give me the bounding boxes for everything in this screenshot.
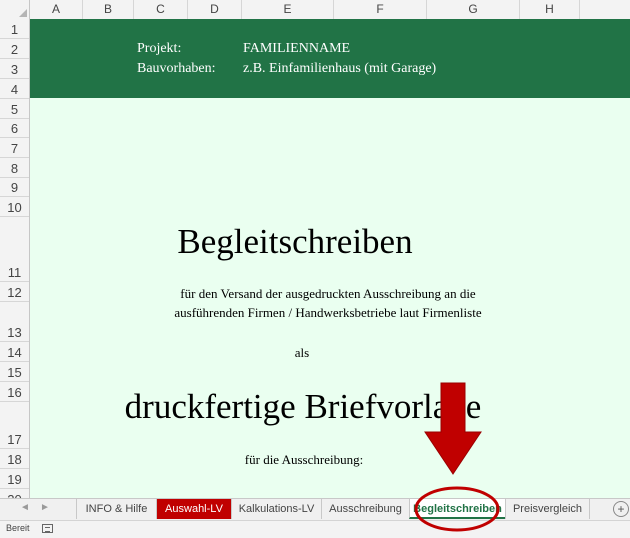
status-bar: Bereit <box>0 520 630 538</box>
spreadsheet-grid[interactable]: A B C D E F G H 1 2 3 4 5 6 7 8 9 10 11 … <box>0 0 630 498</box>
row-header-1[interactable]: 1 <box>0 19 29 39</box>
document-title: Begleitschreiben <box>177 222 413 261</box>
als-text: als <box>294 345 310 360</box>
prev-sheet-icon[interactable]: ◄ <box>20 502 30 513</box>
header-band[interactable] <box>30 19 630 98</box>
row-header-15[interactable]: 15 <box>0 362 29 382</box>
tab-auswahl-lv[interactable]: Auswahl-LV <box>156 499 231 519</box>
project-value[interactable]: FAMILIENNAME <box>243 41 350 57</box>
row-header-7[interactable]: 7 <box>0 138 29 158</box>
row-header-6[interactable]: 6 <box>0 119 29 138</box>
row-header-3[interactable]: 3 <box>0 59 29 79</box>
row-header-8[interactable]: 8 <box>0 158 29 178</box>
building-value[interactable]: z.B. Einfamilienhaus (mit Garage) <box>243 61 436 77</box>
document-subtitle: druckfertige Briefvorlage <box>124 387 482 426</box>
select-all-corner[interactable] <box>0 0 30 19</box>
tab-begleitschreiben[interactable]: Begleitschreiben <box>409 499 505 519</box>
column-header-e[interactable]: E <box>242 0 334 19</box>
column-header-h[interactable]: H <box>520 0 580 19</box>
description-line-2: ausführenden Firmen / Handwerksbetriebe … <box>174 305 482 320</box>
sheet-tab-bar: ◄ ► INFO & Hilfe Auswahl-LV Kalkulations… <box>0 498 630 521</box>
description-line-1: für den Versand der ausgedruckten Aussch… <box>180 286 476 301</box>
next-sheet-icon[interactable]: ► <box>40 502 50 513</box>
row-header-5[interactable]: 5 <box>0 99 29 119</box>
column-header-c[interactable]: C <box>134 0 188 19</box>
status-ready: Bereit <box>6 523 30 533</box>
column-header-a[interactable]: A <box>30 0 83 19</box>
column-header-g[interactable]: G <box>427 0 520 19</box>
tab-kalkulations-lv[interactable]: Kalkulations-LV <box>231 499 321 519</box>
building-label: Bauvorhaben: <box>137 61 216 76</box>
row-header-9[interactable]: 9 <box>0 178 29 197</box>
row-header-20[interactable]: 20 <box>0 489 29 498</box>
add-sheet-icon[interactable]: + <box>613 501 629 517</box>
footer-line: für die Ausschreibung: <box>244 452 364 467</box>
column-header-b[interactable]: B <box>83 0 134 19</box>
macro-record-icon[interactable] <box>42 524 53 533</box>
column-header-f[interactable]: F <box>334 0 427 19</box>
row-header-19[interactable]: 19 <box>0 469 29 489</box>
tab-preisvergleich[interactable]: Preisvergleich <box>505 499 590 519</box>
column-header: A B C D E F G H <box>0 0 630 20</box>
row-header-2[interactable]: 2 <box>0 39 29 59</box>
tab-info-hilfe[interactable]: INFO & Hilfe <box>76 499 156 519</box>
row-header-10[interactable]: 10 <box>0 197 29 217</box>
tab-ausschreibung[interactable]: Ausschreibung <box>321 499 409 519</box>
row-header-4[interactable]: 4 <box>0 79 29 99</box>
project-label: Projekt: <box>137 41 182 56</box>
column-header-d[interactable]: D <box>188 0 242 19</box>
